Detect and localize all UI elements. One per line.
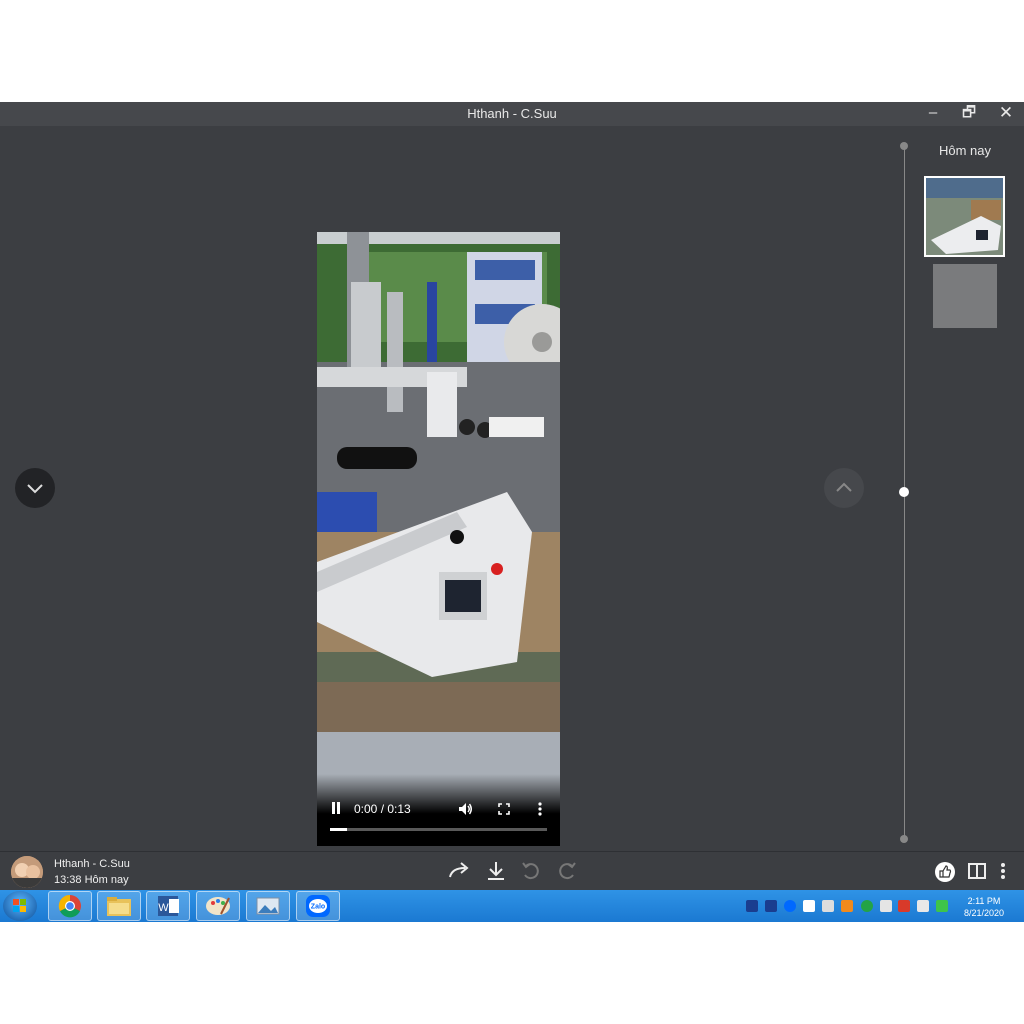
more-options-icon[interactable] bbox=[999, 861, 1007, 881]
window-title: Hthanh - C.Suu bbox=[467, 106, 557, 121]
rotate-left-icon[interactable] bbox=[520, 860, 542, 882]
lav-icon[interactable] bbox=[746, 900, 758, 912]
taskbar-app-paint[interactable] bbox=[196, 891, 240, 921]
photo-viewer-window: Hthanh - C.Suu – 🗗 ✕ 0:00 / 0:13 Hôm nay… bbox=[0, 102, 1024, 891]
chevron-up-icon bbox=[836, 482, 852, 492]
video-time: 0:00 / 0:13 bbox=[354, 802, 411, 816]
timeline-position-handle[interactable] bbox=[899, 487, 909, 497]
chrome-icon bbox=[58, 894, 81, 918]
timeline-group-label: Hôm nay bbox=[938, 143, 992, 158]
timeline-dot-end bbox=[900, 835, 908, 843]
start-button[interactable] bbox=[3, 891, 37, 921]
video-frame-image bbox=[317, 232, 560, 846]
zalo-label: Zalo bbox=[311, 904, 325, 911]
taskbar-app-chrome[interactable] bbox=[48, 891, 92, 921]
file-explorer-icon bbox=[107, 897, 131, 916]
video-player[interactable] bbox=[317, 232, 560, 846]
avatar-image bbox=[11, 856, 43, 888]
taskbar-app-word[interactable]: W bbox=[146, 891, 190, 921]
taskbar-app-explorer[interactable] bbox=[97, 891, 141, 921]
word-icon: W bbox=[158, 896, 179, 916]
power-icon[interactable] bbox=[936, 900, 948, 912]
video-control-row: 0:00 / 0:13 bbox=[317, 796, 560, 822]
like-icon[interactable] bbox=[934, 861, 956, 883]
zalo-icon: Zalo bbox=[306, 895, 330, 917]
pause-icon[interactable] bbox=[331, 802, 342, 816]
app-tray-icon[interactable] bbox=[841, 900, 853, 912]
share-icon[interactable] bbox=[447, 860, 471, 882]
taskbar-app-photos[interactable] bbox=[246, 891, 290, 921]
photos-icon bbox=[256, 897, 280, 915]
lav-secondary-icon[interactable] bbox=[765, 900, 777, 912]
shield-icon[interactable] bbox=[861, 900, 873, 912]
paint-icon bbox=[206, 897, 230, 915]
word-letter: W bbox=[158, 902, 169, 914]
close-button[interactable]: ✕ bbox=[988, 102, 1024, 126]
video-progress-fill bbox=[330, 828, 348, 831]
taskbar: W Zalo bbox=[0, 890, 1024, 922]
fullscreen-icon[interactable] bbox=[497, 802, 511, 816]
network-icon[interactable] bbox=[880, 900, 892, 912]
windows-logo-icon bbox=[13, 899, 26, 912]
minimize-button[interactable]: – bbox=[915, 102, 951, 126]
lock-icon[interactable] bbox=[803, 900, 815, 912]
media-thumbnail[interactable] bbox=[933, 264, 997, 328]
message-timestamp: 13:38 Hôm nay bbox=[54, 874, 129, 886]
download-icon[interactable] bbox=[485, 860, 507, 882]
timeline-dot-start bbox=[900, 142, 908, 150]
video-progress-bar[interactable] bbox=[330, 828, 547, 831]
speaker-icon[interactable] bbox=[917, 900, 929, 912]
rotate-right-icon[interactable] bbox=[556, 860, 578, 882]
video-controls: 0:00 / 0:13 bbox=[317, 774, 560, 846]
flag-icon[interactable] bbox=[898, 900, 910, 912]
taskbar-app-zalo[interactable]: Zalo bbox=[296, 891, 340, 921]
layout-toggle-icon[interactable] bbox=[967, 861, 987, 881]
bottom-toolbar: Hthanh - C.Suu 13:38 Hôm nay bbox=[0, 851, 1024, 891]
title-bar: Hthanh - C.Suu – 🗗 ✕ bbox=[0, 102, 1024, 126]
sender-name: Hthanh - C.Suu bbox=[54, 858, 130, 870]
zalo-tray-icon[interactable] bbox=[784, 900, 796, 912]
clock-date[interactable]: 8/21/2020 bbox=[950, 908, 1018, 918]
media-thumbnail-active[interactable] bbox=[924, 176, 1005, 257]
maximize-button[interactable]: 🗗 bbox=[951, 102, 987, 126]
volume-icon[interactable] bbox=[457, 801, 473, 817]
next-media-button[interactable] bbox=[15, 468, 55, 508]
previous-media-button[interactable] bbox=[824, 468, 864, 508]
chevron-down-icon bbox=[27, 484, 43, 494]
video-more-icon[interactable] bbox=[537, 801, 543, 817]
avatar bbox=[11, 856, 43, 888]
thumbnail-image bbox=[926, 178, 1003, 255]
device-icon[interactable] bbox=[822, 900, 834, 912]
clock-time[interactable]: 2:11 PM bbox=[950, 896, 1018, 906]
